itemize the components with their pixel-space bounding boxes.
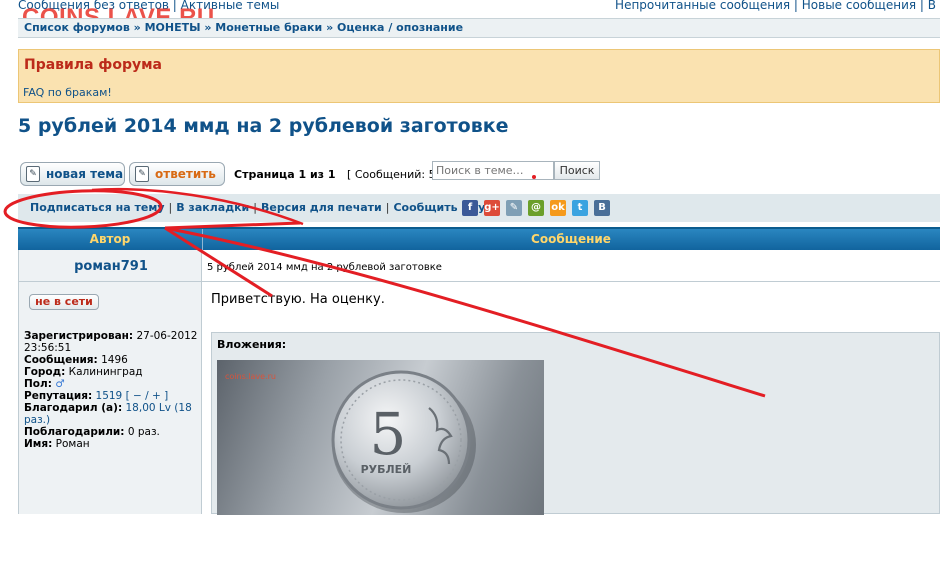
messages-label: Сообщения: (24, 354, 98, 366)
messages-value: 1496 (101, 354, 128, 366)
twitter-icon[interactable]: t (572, 200, 588, 216)
top-links-right[interactable]: Непрочитанные сообщения | Новые сообщени… (615, 0, 936, 12)
breadcrumb-separator: » (133, 21, 141, 34)
reply-label: ответить (155, 167, 216, 181)
reply-icon: ✎ (135, 166, 149, 182)
reputation-value[interactable]: 1519 [ − / + ] (96, 390, 169, 402)
subscribe-link[interactable]: Подписаться на тему (30, 201, 165, 214)
post-author-panel: роман791 не в сети Зарегистрирован: 27-0… (18, 250, 203, 514)
google-plus-icon[interactable]: g+ (484, 200, 500, 216)
vkontakte-icon[interactable]: B (594, 200, 610, 216)
post-text: Приветствую. На оценку. (211, 292, 385, 307)
forum-rules-title: Правила форума (24, 57, 162, 73)
breadcrumb-item-coins[interactable]: МОНЕТЫ (145, 21, 201, 34)
gender-label: Пол: (24, 378, 52, 390)
facebook-icon[interactable]: f (462, 200, 478, 216)
city-label: Город: (24, 366, 66, 378)
author-profile: Зарегистрирован: 27-06-2012 23:56:51 Соо… (24, 330, 199, 450)
breadcrumb-item-defects[interactable]: Монетные браки (215, 21, 322, 34)
new-topic-icon: ✎ (26, 166, 40, 182)
posts-table-header: Автор Сообщение (18, 227, 940, 250)
topic-title[interactable]: 5 рублей 2014 ммд на 2 рублевой заготовк… (18, 115, 509, 137)
post-subject[interactable]: 5 рублей 2014 ммд на 2 рублевой заготовк… (207, 262, 442, 273)
attachments-box: Вложения: coins.lave.ru 5 РУБЛЕЙ (211, 332, 940, 515)
topic-search-input[interactable] (432, 161, 554, 180)
name-label: Имя: (24, 438, 53, 450)
separator: | (253, 201, 257, 214)
topic-actions-bar: Подписаться на тему | В закладки | Версия дл… (18, 194, 940, 222)
reputation-label: Репутация: (24, 390, 93, 402)
livejournal-icon[interactable]: ✎ (506, 200, 522, 216)
mailru-icon[interactable]: @ (528, 200, 544, 216)
separator: | (168, 201, 173, 214)
registered-label: Зарегистрирован: (24, 330, 134, 342)
divider (19, 281, 203, 282)
separator: | (385, 201, 390, 214)
new-topic-button[interactable]: ✎ новая тема (20, 162, 125, 186)
coin-image: 5 РУБЛЕЙ (331, 370, 476, 513)
thanked-label: Благодарил (а): (24, 402, 123, 414)
faq-link[interactable]: FAQ по бракам! (23, 86, 112, 99)
odnoklassniki-icon[interactable]: ok (550, 200, 566, 216)
pagination-info: Страница 1 из 1 [ Сообщений: 5 ] (234, 168, 443, 181)
thanked-by-label: Поблагодарили: (24, 426, 125, 438)
message-column-header: Сообщение (531, 232, 611, 246)
bookmarks-link[interactable]: В закладки (176, 201, 249, 214)
social-share-icons: f g+ ✎ @ ok t B (462, 200, 616, 216)
message-count: [ Сообщений: 5 ] (347, 168, 444, 181)
breadcrumb-item-forums[interactable]: Список форумов (24, 21, 130, 34)
author-username[interactable]: роман791 (19, 259, 203, 274)
search-button[interactable]: Поиск (554, 161, 600, 180)
breadcrumb-item-evaluation[interactable]: Оценка / опознание (337, 21, 463, 34)
offline-status-badge: не в сети (29, 294, 99, 310)
breadcrumb: Список форумов » МОНЕТЫ » Монетные браки… (18, 18, 940, 38)
new-topic-label: новая тема (46, 167, 124, 181)
post-body: 5 рублей 2014 ммд на 2 рублевой заготовк… (202, 250, 940, 515)
print-version-link[interactable]: Версия для печати (261, 201, 382, 214)
coin-denomination: 5 (370, 400, 407, 468)
page-count: Страница 1 из 1 (234, 168, 336, 181)
breadcrumb-separator: » (204, 21, 212, 34)
male-icon: ♂ (55, 378, 65, 390)
reply-button[interactable]: ✎ ответить (129, 162, 225, 186)
author-column-header: Автор (18, 229, 203, 250)
forum-rules-box: Правила форума FAQ по бракам! (18, 49, 940, 103)
divider (202, 281, 940, 282)
attachment-image[interactable]: coins.lave.ru 5 РУБЛЕЙ (217, 360, 544, 515)
coin-legend: РУБЛЕЙ (361, 463, 412, 476)
thanked-by-value: 0 раз. (127, 426, 160, 438)
breadcrumb-separator: » (326, 21, 334, 34)
name-value: Роман (55, 438, 90, 450)
city-value: Калининград (68, 366, 143, 378)
attachments-title: Вложения: (217, 338, 287, 351)
